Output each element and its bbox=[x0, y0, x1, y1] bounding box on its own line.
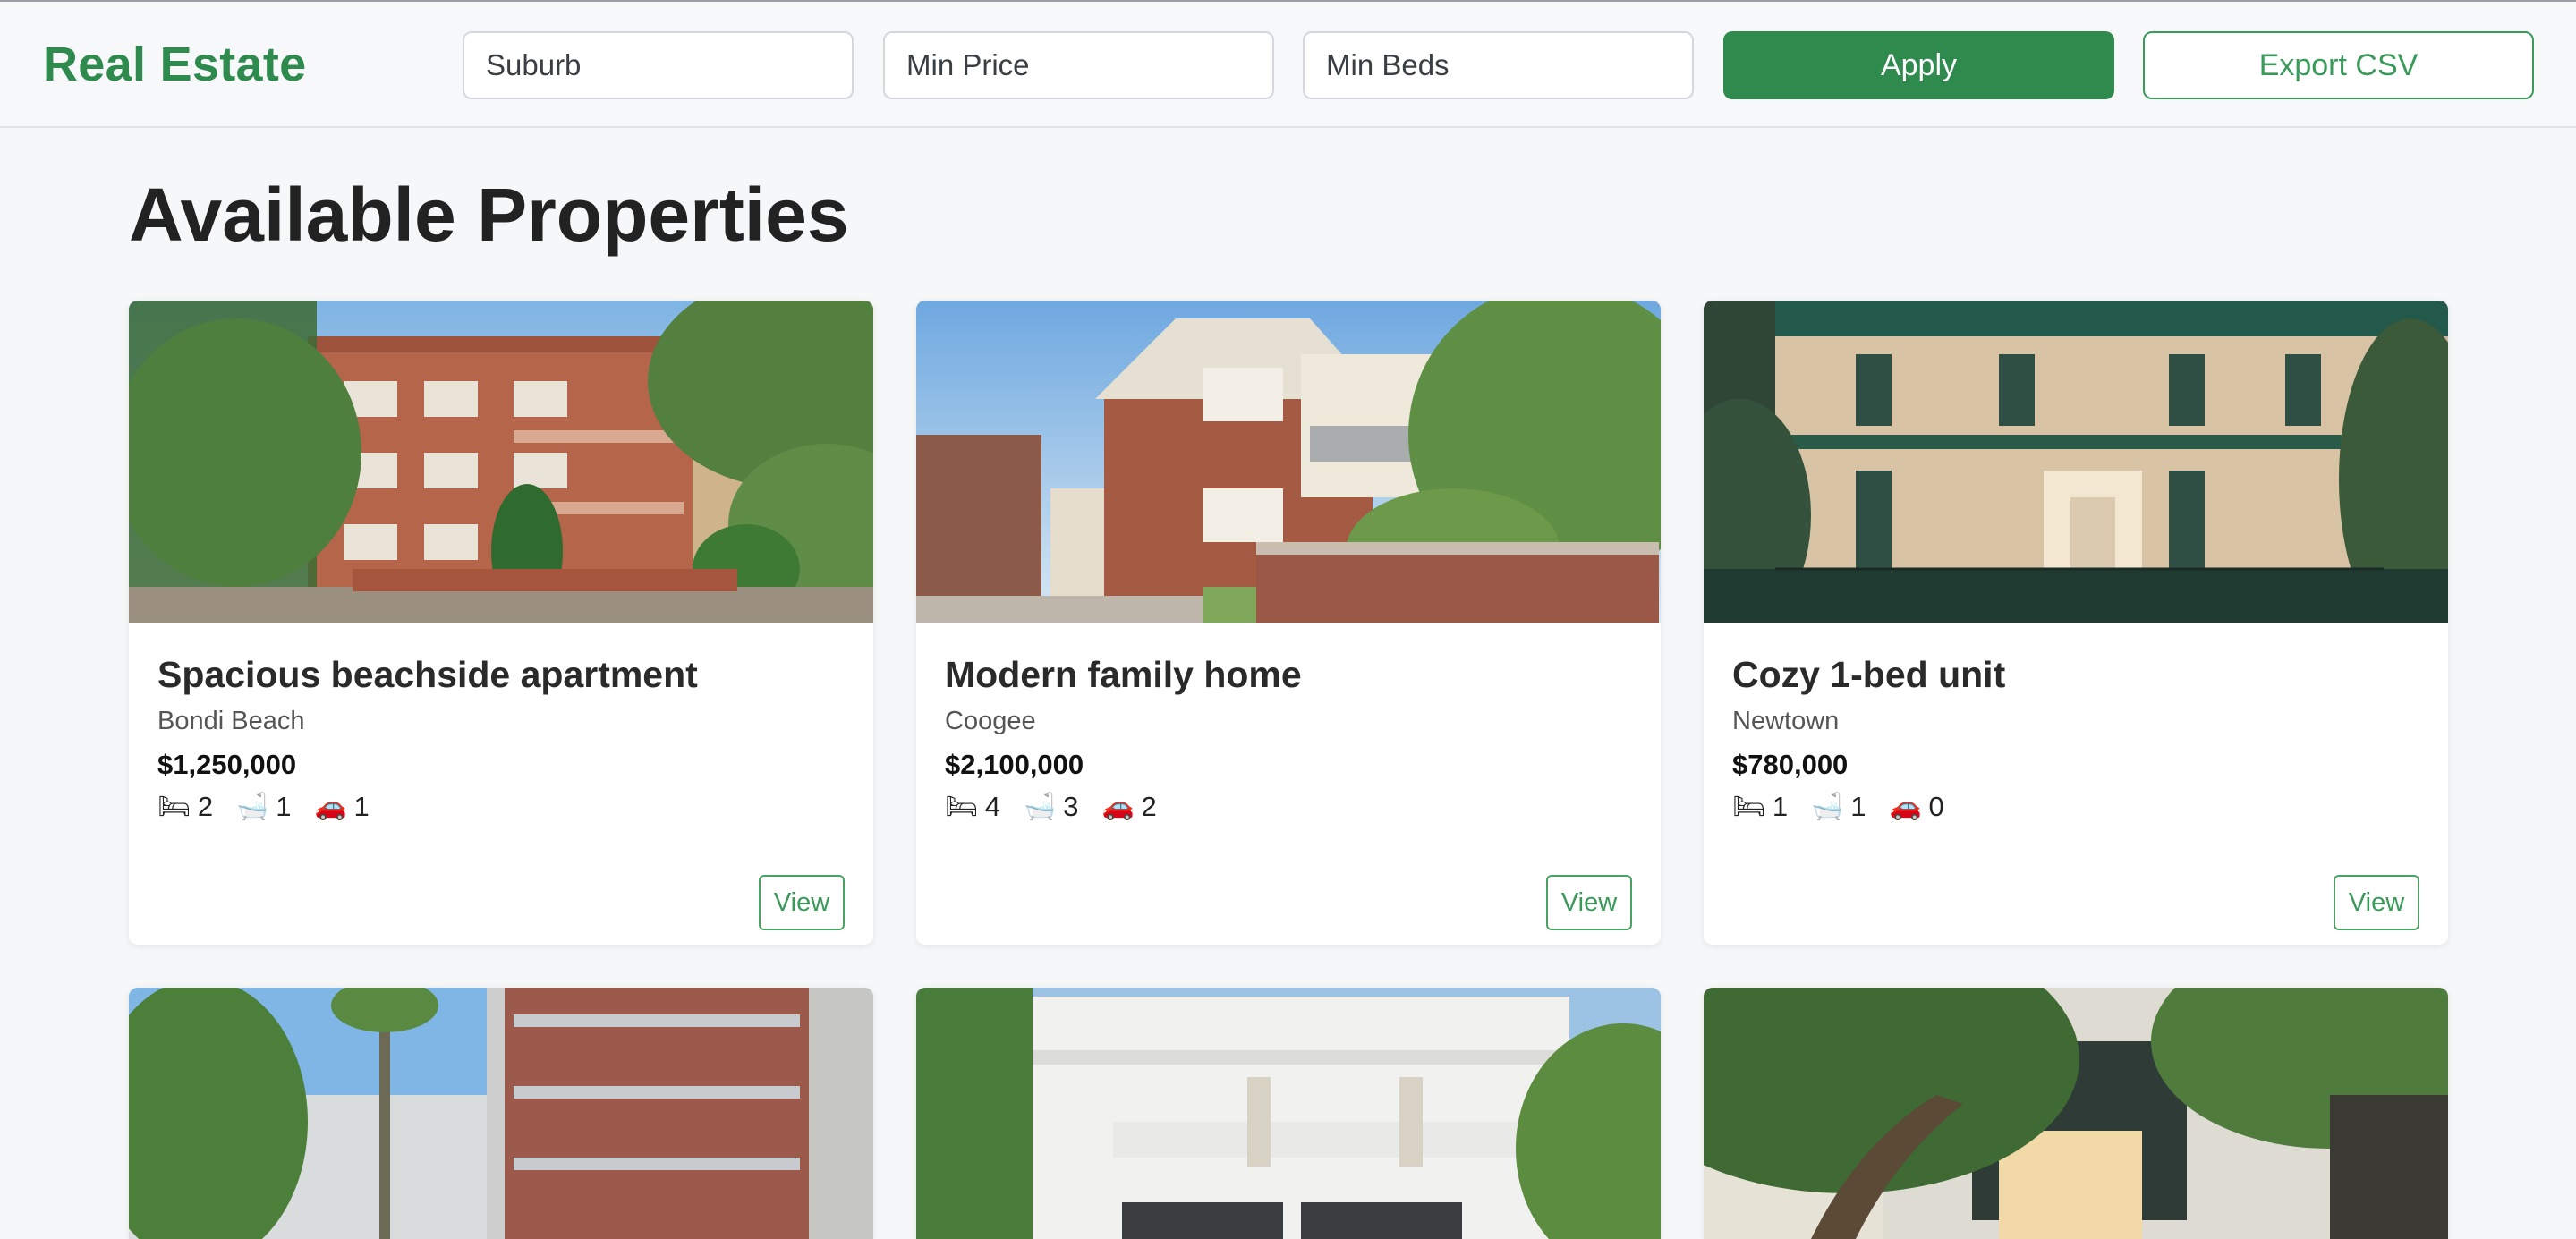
property-price: $780,000 bbox=[1732, 749, 1849, 780]
bath-icon: 🛁 bbox=[236, 793, 269, 821]
apply-button[interactable]: Apply bbox=[1723, 31, 2114, 99]
property-photo[interactable] bbox=[129, 301, 873, 623]
property-card bbox=[1704, 988, 2448, 1239]
bath-count: 1 bbox=[276, 791, 292, 822]
property-title: Modern family home bbox=[945, 654, 1302, 695]
bed-count: 1 bbox=[1772, 791, 1789, 822]
car-icon: 🚗 bbox=[1101, 793, 1135, 821]
bath-icon: 🛁 bbox=[1811, 793, 1844, 821]
bed-count: 4 bbox=[984, 791, 1001, 822]
property-photo[interactable] bbox=[1704, 988, 2448, 1239]
property-card: Cozy 1-bed unit Newtown $780,000 🛏 1 🛁 1 🚗… bbox=[1704, 301, 2448, 945]
car-count: 0 bbox=[1928, 791, 1944, 822]
top-bar: Real Estate Apply Export CSV bbox=[0, 0, 2576, 128]
brand-logo[interactable]: Real Estate bbox=[43, 36, 306, 93]
property-suburb: Coogee bbox=[945, 707, 1036, 735]
property-title: Spacious beachside apartment bbox=[157, 654, 698, 695]
property-card: Modern family home Coogee $2,100,000 🛏 4 … bbox=[916, 301, 1661, 945]
car-icon: 🚗 bbox=[314, 793, 347, 821]
suburb-input[interactable] bbox=[463, 31, 854, 99]
bed-icon: 🛏 bbox=[1732, 793, 1765, 821]
property-features: 🛏 4 🛁 3 🚗 2 bbox=[945, 789, 1180, 825]
property-card bbox=[916, 988, 1661, 1239]
property-card bbox=[129, 988, 873, 1239]
export-csv-button[interactable]: Export CSV bbox=[2143, 31, 2534, 99]
property-photo[interactable] bbox=[1704, 301, 2448, 623]
property-card: Spacious beachside apartment Bondi Beach… bbox=[129, 301, 873, 945]
property-photo[interactable] bbox=[916, 988, 1661, 1239]
view-button[interactable]: View bbox=[1546, 875, 1632, 930]
bath-count: 3 bbox=[1063, 791, 1079, 822]
property-suburb: Bondi Beach bbox=[157, 707, 305, 735]
bed-icon: 🛏 bbox=[157, 793, 191, 821]
property-suburb: Newtown bbox=[1732, 707, 1840, 735]
property-photo[interactable] bbox=[916, 301, 1661, 623]
property-price: $1,250,000 bbox=[157, 749, 297, 780]
property-features: 🛏 1 🛁 1 🚗 0 bbox=[1732, 789, 1968, 825]
min-beds-input[interactable] bbox=[1303, 31, 1694, 99]
property-title: Cozy 1-bed unit bbox=[1732, 654, 2006, 695]
car-count: 2 bbox=[1141, 791, 1157, 822]
bed-icon: 🛏 bbox=[945, 793, 978, 821]
bath-count: 1 bbox=[1850, 791, 1866, 822]
bed-count: 2 bbox=[197, 791, 214, 822]
car-count: 1 bbox=[353, 791, 370, 822]
view-button[interactable]: View bbox=[759, 875, 845, 930]
property-price: $2,100,000 bbox=[945, 749, 1084, 780]
page-title: Available Properties bbox=[129, 173, 849, 257]
view-button[interactable]: View bbox=[2334, 875, 2419, 930]
car-icon: 🚗 bbox=[1889, 793, 1922, 821]
bath-icon: 🛁 bbox=[1024, 793, 1057, 821]
property-features: 🛏 2 🛁 1 🚗 1 bbox=[157, 789, 393, 825]
min-price-input[interactable] bbox=[883, 31, 1274, 99]
property-photo[interactable] bbox=[129, 988, 873, 1239]
